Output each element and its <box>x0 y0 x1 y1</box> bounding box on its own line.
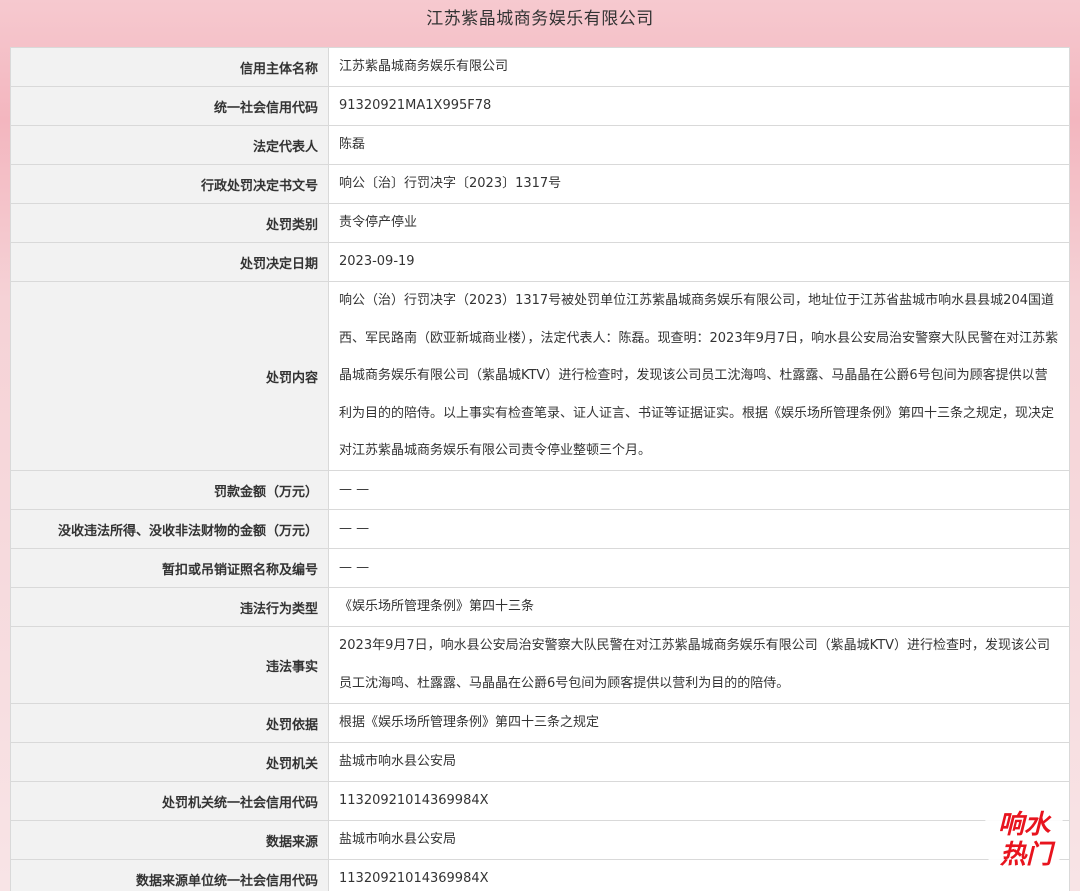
row-label: 处罚决定日期 <box>10 242 329 282</box>
row-value: — — <box>328 470 1070 510</box>
badge-line1: 响水 <box>998 810 1052 840</box>
xiangshui-hot-logo: 响水 热门 <box>982 795 1066 879</box>
row-label: 处罚机关 <box>10 742 329 782</box>
row-label: 数据来源单位统一社会信用代码 <box>10 859 329 891</box>
table-row: 行政处罚决定书文号 响公〔治〕行罚决字〔2023〕1317号 <box>10 164 1070 204</box>
row-label: 处罚类别 <box>10 203 329 243</box>
table-row: 罚款金额（万元） — — <box>10 470 1070 510</box>
table-row: 处罚决定日期 2023-09-19 <box>10 242 1070 282</box>
row-value: 责令停产停业 <box>328 203 1070 243</box>
table-row: 违法事实 2023年9月7日，响水县公安局治安警察大队民警在对江苏紫晶城商务娱乐… <box>10 626 1070 704</box>
row-label: 没收违法所得、没收非法财物的金额（万元） <box>10 509 329 549</box>
table-row: 处罚机关 盐城市响水县公安局 <box>10 742 1070 782</box>
row-value: 《娱乐场所管理条例》第四十三条 <box>328 587 1070 627</box>
row-label: 数据来源 <box>10 820 329 860</box>
table-row: 统一社会信用代码 91320921MA1X995F78 <box>10 86 1070 126</box>
row-value: 陈磊 <box>328 125 1070 165</box>
row-value: — — <box>328 548 1070 588</box>
row-label: 处罚机关统一社会信用代码 <box>10 781 329 821</box>
badge-line2: 热门 <box>999 840 1056 870</box>
row-value: 2023年9月7日，响水县公安局治安警察大队民警在对江苏紫晶城商务娱乐有限公司（… <box>328 626 1070 704</box>
row-value: 根据《娱乐场所管理条例》第四十三条之规定 <box>328 703 1070 743</box>
page-title: 江苏紫晶城商务娱乐有限公司 <box>426 9 654 29</box>
table-row: 处罚依据 根据《娱乐场所管理条例》第四十三条之规定 <box>10 703 1070 743</box>
row-value: 盐城市响水县公安局 <box>328 820 1070 860</box>
table-row: 违法行为类型 《娱乐场所管理条例》第四十三条 <box>10 587 1070 627</box>
row-value: 2023-09-19 <box>328 242 1070 282</box>
table-row: 处罚机关统一社会信用代码 11320921014369984X <box>10 781 1070 821</box>
table-row: 信用主体名称 江苏紫晶城商务娱乐有限公司 <box>10 47 1070 87</box>
row-label: 统一社会信用代码 <box>10 86 329 126</box>
table-row: 数据来源单位统一社会信用代码 11320921014369984X <box>10 859 1070 891</box>
table-row: 没收违法所得、没收非法财物的金额（万元） — — <box>10 509 1070 549</box>
table-row: 数据来源 盐城市响水县公安局 <box>10 820 1070 860</box>
row-label: 违法行为类型 <box>10 587 329 627</box>
row-label: 罚款金额（万元） <box>10 470 329 510</box>
row-label: 违法事实 <box>10 626 329 704</box>
table-row: 法定代表人 陈磊 <box>10 125 1070 165</box>
row-value: 江苏紫晶城商务娱乐有限公司 <box>328 47 1070 87</box>
table-row: 处罚内容 响公（治）行罚决字（2023）1317号被处罚单位江苏紫晶城商务娱乐有… <box>10 281 1070 471</box>
row-value: 响公（治）行罚决字（2023）1317号被处罚单位江苏紫晶城商务娱乐有限公司，地… <box>328 281 1070 471</box>
row-label: 暂扣或吊销证照名称及编号 <box>10 548 329 588</box>
row-label: 法定代表人 <box>10 125 329 165</box>
row-value: 11320921014369984X <box>328 781 1070 821</box>
record-table: 信用主体名称 江苏紫晶城商务娱乐有限公司 统一社会信用代码 91320921MA… <box>10 47 1070 891</box>
row-value: 盐城市响水县公安局 <box>328 742 1070 782</box>
row-label: 处罚依据 <box>10 703 329 743</box>
row-value: 91320921MA1X995F78 <box>328 86 1070 126</box>
table-row: 暂扣或吊销证照名称及编号 — — <box>10 548 1070 588</box>
row-value: 11320921014369984X <box>328 859 1070 891</box>
row-value: — — <box>328 509 1070 549</box>
row-label: 行政处罚决定书文号 <box>10 164 329 204</box>
row-label: 信用主体名称 <box>10 47 329 87</box>
row-label: 处罚内容 <box>10 281 329 471</box>
row-value: 响公〔治〕行罚决字〔2023〕1317号 <box>328 164 1070 204</box>
table-row: 处罚类别 责令停产停业 <box>10 203 1070 243</box>
